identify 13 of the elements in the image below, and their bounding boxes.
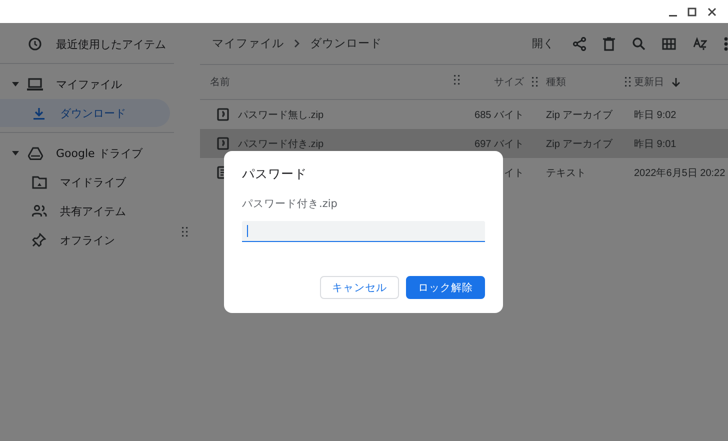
file-type: テキスト [546,166,587,180]
file-type: Zip アーカイブ [546,138,614,150]
file-type: Zip アーカイブ [546,108,614,122]
file-date: 昨日 9:02 [634,108,678,122]
file-size: イト [503,166,524,180]
file-size: 685 バイト [474,108,524,122]
file-name: パスワード付き.zip [242,197,338,211]
file-size: 697 バイト [474,138,524,150]
file-date: 昨日 9:01 [634,138,678,150]
dialog-title: パスワード [242,166,308,183]
file-name: パスワード無し.zip [238,108,325,122]
file-date: 2022年6月5日 20:22 [634,166,726,180]
file-name: パスワード付き.zip [238,138,325,150]
